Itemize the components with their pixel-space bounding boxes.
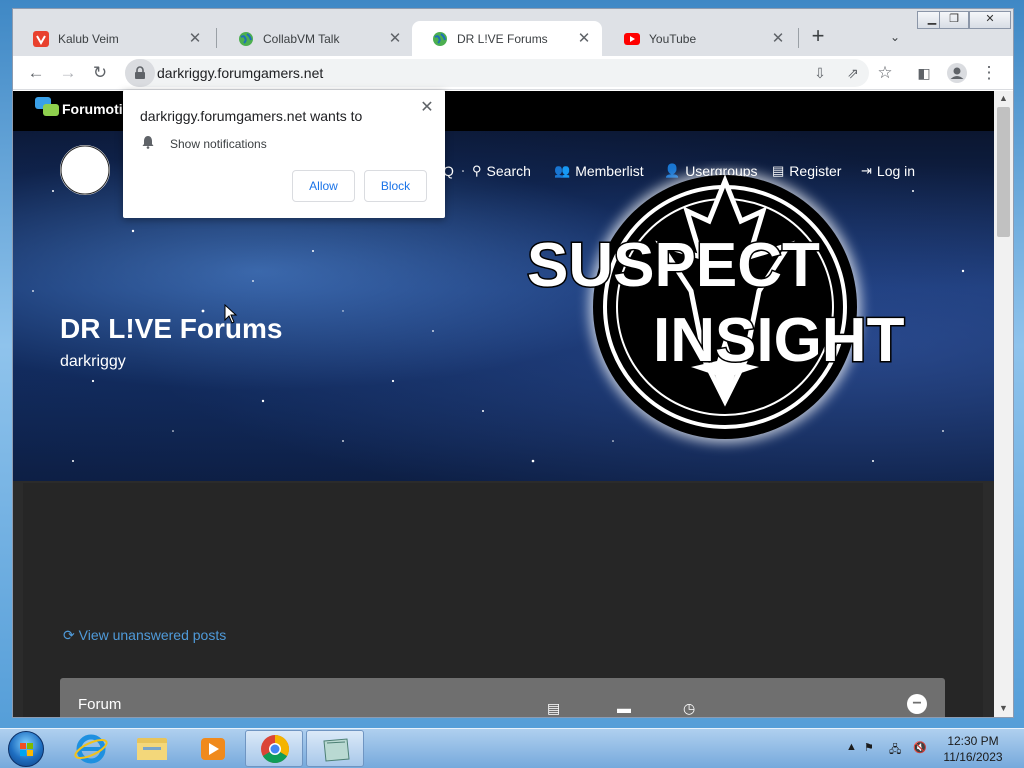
- tab-label: CollabVM Talk: [263, 31, 340, 46]
- menu-kebab-icon[interactable]: ⋮: [977, 61, 1001, 85]
- globe-icon: [433, 31, 447, 46]
- address-bar[interactable]: darkriggy.forumgamers.net: [125, 59, 869, 87]
- permission-text: Show notifications: [170, 137, 267, 151]
- close-icon[interactable]: ✕: [576, 31, 592, 47]
- forum-header-label: Forum: [78, 696, 122, 713]
- forumotion-label[interactable]: Forumotic: [62, 101, 130, 117]
- browser-toolbar: ← → ↻ darkriggy.forumgamers.net ⇩ ⇗ ☆ ◧ …: [13, 56, 1013, 90]
- youtube-icon: [624, 32, 640, 45]
- maximize-button[interactable]: ❐: [939, 11, 969, 29]
- tab-youtube[interactable]: YouTube ✕: [604, 21, 796, 56]
- block-button[interactable]: Block: [364, 170, 427, 202]
- permission-title: darkriggy.forumgamers.net wants to: [140, 108, 363, 124]
- clock-date: 11/16/2023: [943, 750, 1003, 764]
- forumotion-chat-icon: [35, 97, 59, 116]
- view-unanswered-label: View unanswered posts: [78, 627, 227, 643]
- bell-icon: [142, 136, 154, 149]
- site-title[interactable]: DR L!VE Forums: [60, 313, 282, 345]
- last-post-clock-icon: ◷: [683, 700, 696, 716]
- reload-icon[interactable]: ↻: [88, 61, 112, 85]
- windows-taskbar: ▲ ⚑ 🖧 🔇 12:30 PM 11/16/2023: [0, 728, 1024, 768]
- forum-content-area: ⟳ View unanswered posts Forum ▤ ▬ ◷ −: [23, 483, 983, 717]
- tab-separator: [216, 28, 217, 48]
- show-hidden-icons-arrow[interactable]: ▲: [846, 741, 857, 753]
- system-clock[interactable]: 12:30 PM 11/16/2023: [936, 733, 1010, 765]
- close-icon[interactable]: ✕: [387, 31, 403, 47]
- forum-table-header: Forum ▤ ▬ ◷ −: [60, 678, 945, 717]
- browser-window: Kalub Veim ✕ CollabVM Talk ✕ DR L!VE For…: [12, 8, 1014, 718]
- tab-strip: Kalub Veim ✕ CollabVM Talk ✕ DR L!VE For…: [13, 9, 1013, 56]
- windows-logo-icon: [20, 743, 33, 756]
- lock-icon: [135, 66, 145, 79]
- internet-explorer-icon[interactable]: [62, 730, 120, 767]
- refresh-icon: ⟳: [63, 627, 79, 643]
- file-explorer-icon[interactable]: [123, 730, 181, 767]
- tab-kalub-veim[interactable]: Kalub Veim ✕: [13, 21, 213, 56]
- topics-icon: ▤: [547, 700, 561, 716]
- posts-icon: ▬: [617, 700, 631, 716]
- bookmark-star-icon[interactable]: ☆: [873, 61, 897, 85]
- start-button[interactable]: [8, 731, 44, 767]
- close-icon[interactable]: ✕: [770, 31, 786, 47]
- clock-time: 12:30 PM: [947, 734, 999, 748]
- search-icon: ⚲: [472, 163, 482, 178]
- url-text: darkriggy.forumgamers.net: [157, 65, 324, 81]
- tab-label: DR L!VE Forums: [457, 31, 548, 46]
- network-icon[interactable]: 🖧: [889, 741, 901, 760]
- scroll-up-arrow-icon[interactable]: ▲: [999, 93, 1008, 103]
- emblem-line2: INSIGHT: [653, 306, 905, 375]
- new-tab-button[interactable]: +: [807, 25, 829, 48]
- app-window-taskbar-icon[interactable]: [306, 730, 364, 767]
- close-icon[interactable]: ✕: [419, 100, 435, 116]
- page-scrollbar[interactable]: ▲ ▼: [994, 91, 1013, 717]
- globe-icon: [239, 31, 253, 46]
- tab-dr-live-forums[interactable]: DR L!VE Forums ✕: [412, 21, 602, 56]
- media-player-icon[interactable]: [184, 730, 242, 767]
- allow-button[interactable]: Allow: [292, 170, 355, 202]
- tab-search-chevron-icon[interactable]: ⌄: [885, 26, 905, 48]
- volume-muted-icon[interactable]: 🔇: [913, 741, 927, 754]
- site-info-button[interactable]: [125, 59, 155, 87]
- back-arrow-icon[interactable]: ←: [24, 61, 48, 85]
- view-unanswered-link[interactable]: ⟳ View unanswered posts: [63, 627, 226, 644]
- site-description: darkriggy: [60, 353, 126, 370]
- chrome-taskbar-icon[interactable]: [245, 730, 303, 767]
- share-icon[interactable]: ⇗: [841, 61, 865, 85]
- install-app-icon[interactable]: ⇩: [808, 61, 832, 85]
- scroll-down-arrow-icon[interactable]: ▼: [999, 703, 1008, 713]
- close-icon[interactable]: ✕: [187, 31, 203, 47]
- mouse-cursor-icon: [224, 304, 238, 324]
- forward-arrow-icon[interactable]: →: [56, 61, 80, 85]
- tab-collabvm-talk[interactable]: CollabVM Talk ✕: [218, 21, 413, 56]
- side-panel-icon[interactable]: ◧: [912, 61, 936, 85]
- vivaldi-red-icon: [33, 30, 49, 47]
- scroll-thumb[interactable]: [997, 107, 1010, 237]
- suspect-insight-emblem: SUSPECT INSIGHT: [526, 171, 906, 443]
- emblem-line1: SUSPECT: [527, 231, 820, 300]
- tab-separator: [798, 28, 799, 48]
- collapse-minus-icon[interactable]: −: [907, 694, 927, 714]
- notification-permission-dialog: darkriggy.forumgamers.net wants to ✕ Sho…: [123, 90, 445, 218]
- tab-label: Kalub Veim: [58, 31, 119, 46]
- profile-avatar-icon[interactable]: [945, 61, 969, 85]
- close-window-button[interactable]: ✕: [969, 11, 1011, 29]
- site-logo[interactable]: [60, 145, 110, 195]
- tab-label: YouTube: [649, 31, 697, 46]
- action-center-flag-icon[interactable]: ⚑: [864, 741, 874, 754]
